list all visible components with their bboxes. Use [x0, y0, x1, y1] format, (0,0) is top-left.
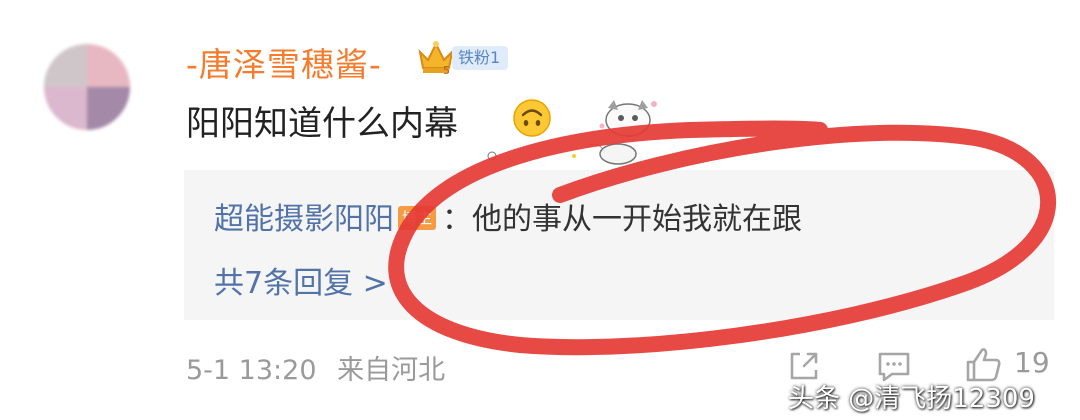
blogger-badge: 博主: [398, 205, 437, 230]
fan-badge[interactable]: 铁粉1: [452, 46, 509, 70]
comment-meta: 5-1 13:20 来自河北: [186, 348, 445, 387]
avatar[interactable]: [44, 44, 130, 130]
svg-text:5: 5: [443, 64, 450, 76]
timestamp: 5-1 13:20: [186, 355, 317, 386]
reply-author[interactable]: 超能摄影阳阳: [214, 202, 394, 237]
reply-preview[interactable]: 超能摄影阳阳 博主 ：他的事从一开始我就在跟: [214, 194, 802, 238]
username[interactable]: -唐泽雪穗酱-: [186, 38, 382, 86]
crown-icon: 5: [418, 41, 454, 76]
reply-text: ：他的事从一开始我就在跟: [442, 202, 803, 237]
watermark: 头条 @清飞扬12309: [788, 384, 1035, 414]
like-count: 19: [1014, 346, 1050, 379]
cat-sticker-icon: [487, 100, 657, 165]
more-replies-link[interactable]: 共7条回复 >: [214, 258, 388, 302]
comment-text: 阳阳知道什么内幕: [186, 104, 458, 144]
location: 来自河北: [337, 355, 446, 386]
